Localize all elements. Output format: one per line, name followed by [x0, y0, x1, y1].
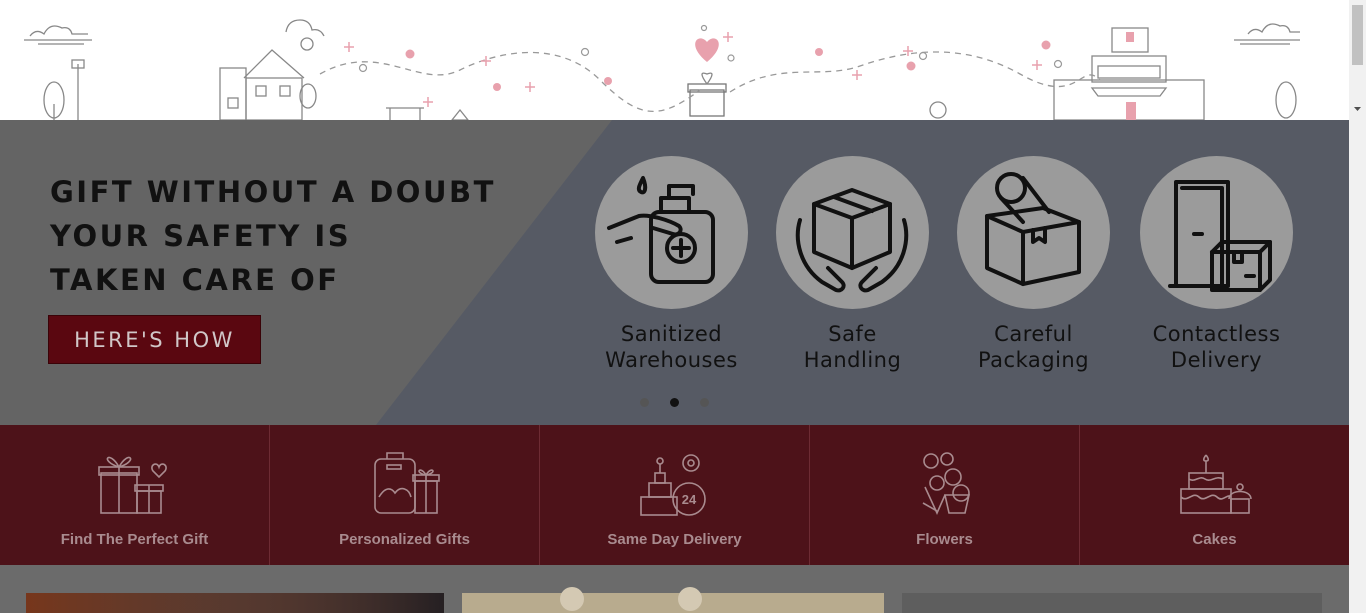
feature-contactless-delivery: Contactless Delivery [1125, 156, 1305, 386]
feature-label-line: Contactless [1152, 322, 1281, 346]
scrollbar-thumb[interactable] [1352, 5, 1363, 65]
hero-heading-line: GIFT WITHOUT A DOUBT [50, 175, 496, 209]
category-label: Flowers [916, 531, 973, 548]
hero-heading-line: TAKEN CARE OF [50, 263, 340, 297]
door-with-parcel-icon [1168, 180, 1272, 292]
page-scrollbar[interactable] [1349, 0, 1366, 613]
product-image[interactable] [902, 593, 1322, 613]
feature-disc [595, 156, 748, 309]
feature-label-line: Careful [994, 322, 1073, 346]
category-flowers[interactable]: Flowers [810, 425, 1080, 565]
hero-heading-line: YOUR SAFETY IS [50, 219, 352, 253]
svg-text:24: 24 [681, 492, 696, 507]
page: GIFT WITHOUT A DOUBT YOUR SAFETY IS TAKE… [0, 0, 1349, 613]
hero-banner: GIFT WITHOUT A DOUBT YOUR SAFETY IS TAKE… [0, 120, 1349, 425]
category-label: Find The Perfect Gift [60, 531, 209, 548]
feature-label-line: Sanitized [620, 322, 723, 346]
personalized-bag-icon [373, 452, 440, 514]
heres-how-button[interactable]: HERE'S HOW [48, 315, 261, 364]
cake-24-hours-icon: 24 [639, 454, 706, 516]
product-thumbnails [26, 587, 1322, 613]
scroll-down-arrow-icon[interactable] [1349, 100, 1366, 117]
carousel-dot[interactable] [700, 398, 709, 407]
category-bar: Find The Perfect Gift Personalized Gifts [0, 425, 1349, 565]
feature-label-line: Delivery [1170, 348, 1263, 372]
feature-safe-handling: Safe Handling [761, 156, 941, 386]
taped-box-icon [985, 172, 1081, 286]
hero-heading: GIFT WITHOUT A DOUBT YOUR SAFETY IS TAKE… [50, 170, 520, 302]
feature-label-line: Warehouses [605, 348, 738, 372]
feature-label: Sanitized Warehouses [580, 321, 763, 373]
category-label: Cakes [1192, 531, 1237, 548]
feature-disc [957, 156, 1110, 309]
flower-bouquet-icon [922, 452, 970, 515]
carousel-dots [630, 395, 720, 409]
feature-disc [1140, 156, 1293, 309]
category-personalized-gifts[interactable]: Personalized Gifts [270, 425, 540, 565]
feature-label-line: Packaging [977, 348, 1090, 372]
category-label: Same Day Delivery [607, 531, 742, 548]
town-skyline-illustration [24, 19, 1300, 120]
header-illustration [0, 0, 1349, 120]
category-same-day-delivery[interactable]: 24 Same Day Delivery [540, 425, 810, 565]
hands-holding-box-icon [795, 188, 909, 293]
hand-sanitizer-icon [607, 176, 715, 284]
feature-label: Safe Handling [761, 321, 944, 373]
gift-boxes-icon [97, 456, 167, 514]
feature-careful-packaging: Careful Packaging [942, 156, 1122, 386]
category-label: Personalized Gifts [339, 531, 470, 548]
cake-icon [1179, 454, 1252, 514]
carousel-dot-active[interactable] [670, 398, 679, 407]
category-find-the-perfect-gift[interactable]: Find The Perfect Gift [0, 425, 270, 565]
product-image[interactable] [462, 593, 884, 613]
category-cakes[interactable]: Cakes [1080, 425, 1349, 565]
feature-label: Contactless Delivery [1125, 321, 1308, 373]
feature-label-line: Safe [828, 322, 877, 346]
carousel-dot[interactable] [640, 398, 649, 407]
feature-sanitized-warehouses: Sanitized Warehouses [580, 156, 760, 386]
product-strip [0, 565, 1349, 613]
feature-label-line: Handling [803, 348, 902, 372]
feature-disc [776, 156, 929, 309]
feature-label: Careful Packaging [942, 321, 1125, 373]
